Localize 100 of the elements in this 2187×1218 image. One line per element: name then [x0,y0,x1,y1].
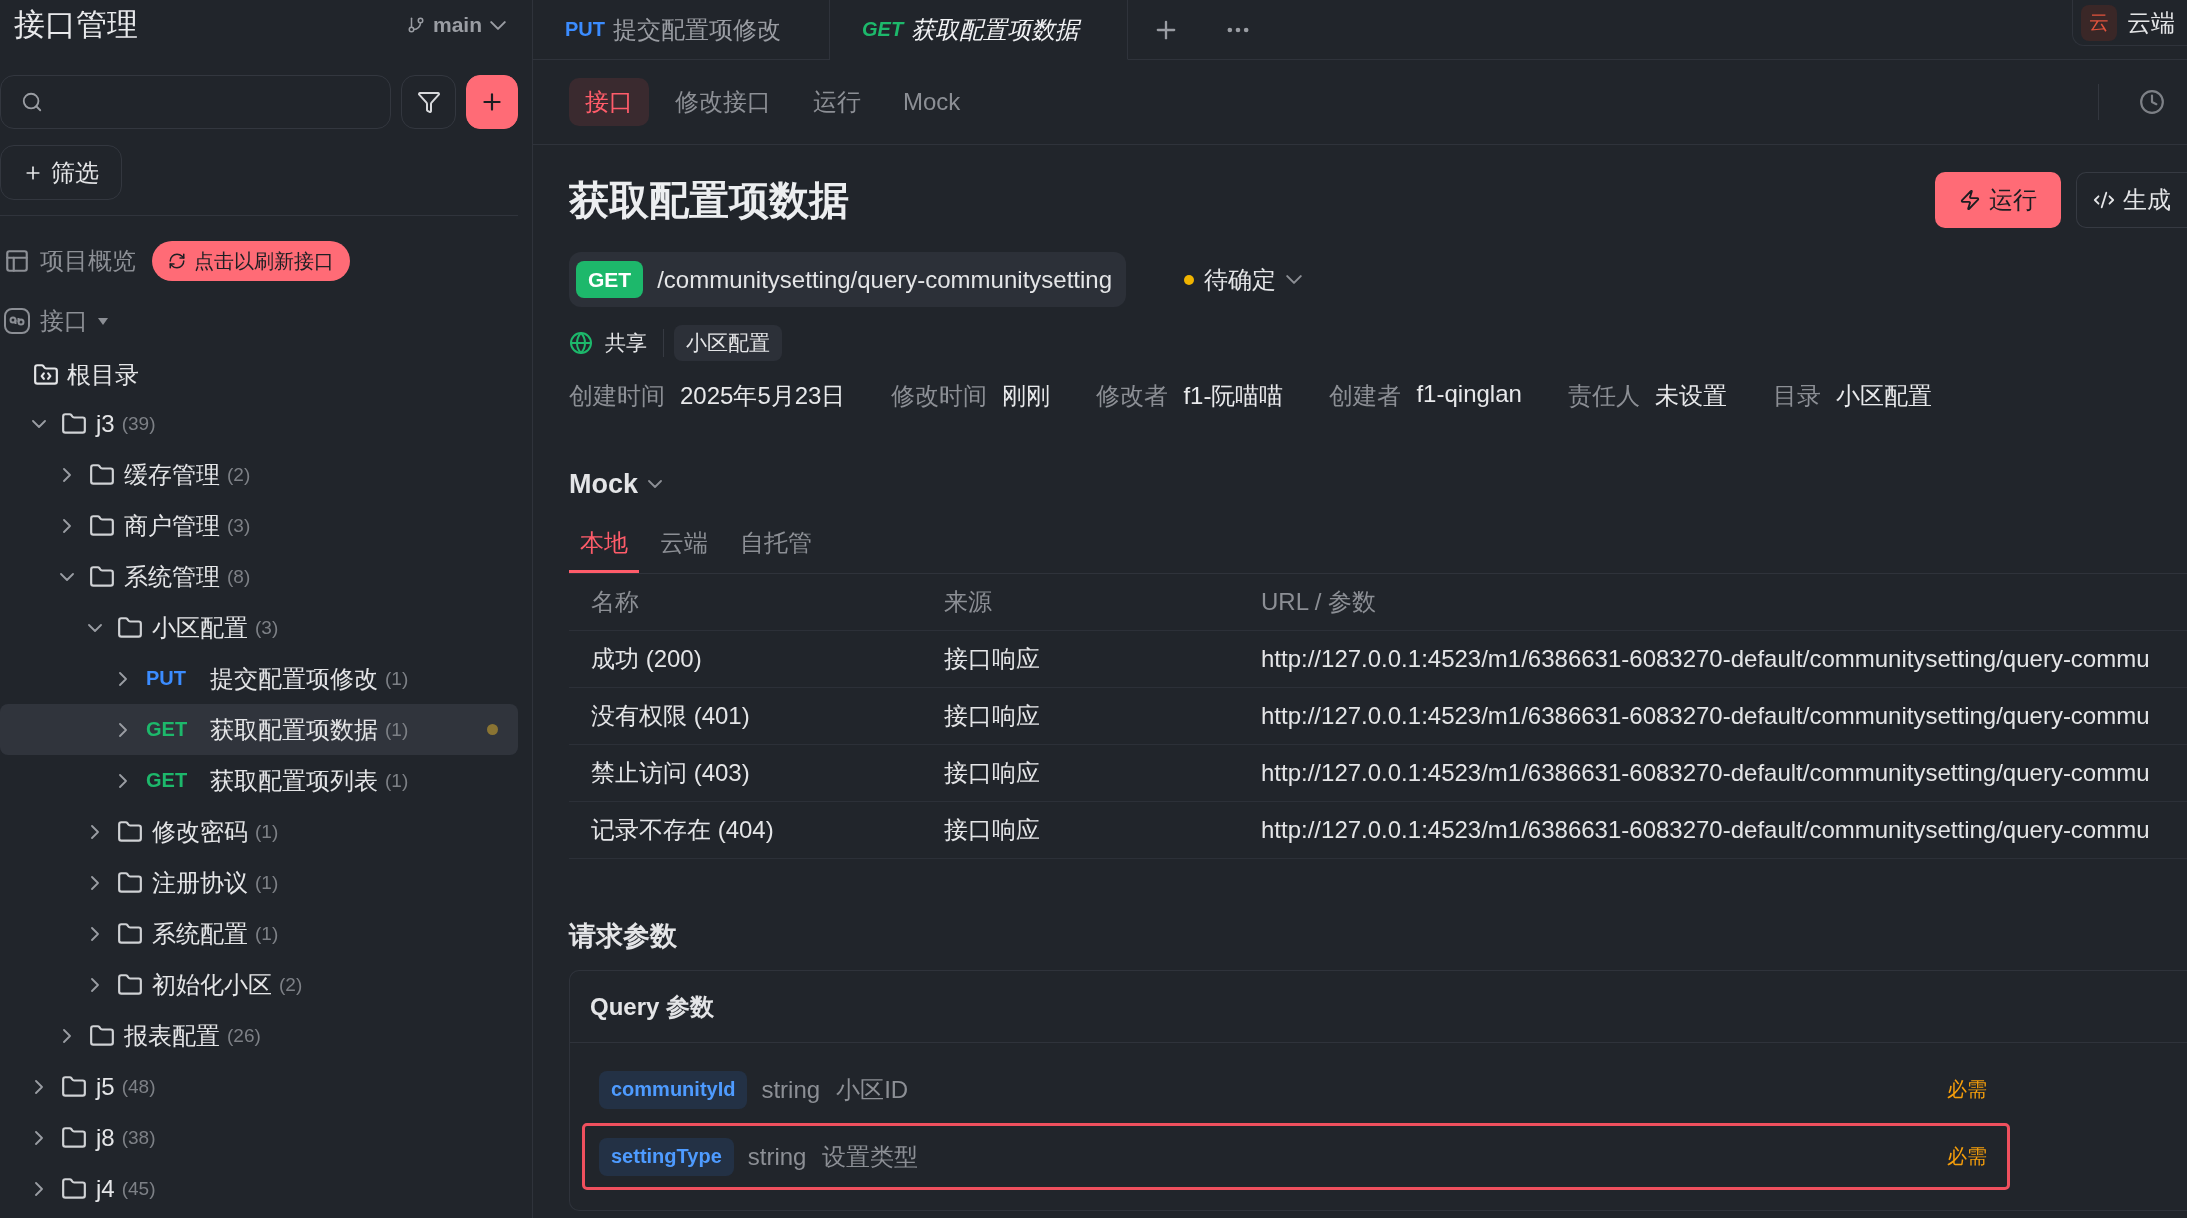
folder-icon [61,1175,87,1202]
filter-button[interactable] [401,75,456,129]
tree-item[interactable]: 初始化小区 (2) [0,959,518,1010]
tree-item[interactable]: 修改密码 (1) [0,806,518,857]
search-field[interactable] [0,75,391,129]
cloud-badge: 云 [2081,4,2117,41]
cloud-button[interactable]: 云 云端 [2072,0,2187,46]
table-cell: 接口响应 [922,745,1239,802]
generate-code-button[interactable]: 生成 [2076,172,2187,228]
item-count: (38) [121,1126,156,1149]
branch-icon [407,16,425,34]
layout-icon [4,248,30,274]
table-cell: 禁止访问 (403) [569,745,922,802]
tree-item[interactable]: j5 (48) [0,1061,518,1112]
tree-item[interactable]: j3 (39) [0,398,518,449]
param-name: communityId [599,1070,748,1109]
table-cell: http://127.0.0.1:4523/m1/6386631-6083270-default/communitysetting/query-commu [1239,688,2187,745]
item-count: (45) [121,1177,156,1200]
tree-item[interactable]: 注册协议 (1) [0,857,518,908]
table-cell: http://127.0.0.1:4523/m1/6386631-6083270-default/communitysetting/query-commu [1239,802,2187,859]
run-button[interactable]: 运行 [1935,172,2061,228]
meta-label: 修改时间 [891,381,988,411]
method-label: GET [146,718,189,741]
item-count: (2) [279,973,303,996]
meta-label: 修改者 [1096,381,1169,411]
param-description: 小区ID [836,1074,909,1105]
folder-icon [89,1022,115,1049]
param-type: string [761,1075,821,1104]
meta-label: 目录 [1772,381,1821,411]
mock-tab[interactable]: 云端 [649,515,719,573]
view-tab[interactable]: Mock [887,78,977,126]
item-count: (26) [227,1024,261,1047]
table-cell: 成功 (200) [569,631,922,688]
method-label: PUT [565,18,605,41]
tree-item[interactable]: 系统配置 (1) [0,908,518,959]
mock-tab[interactable]: 自托管 [729,515,823,573]
tree-item[interactable]: 报表配置 (26) [0,1010,518,1061]
tree-item[interactable]: PUT 提交配置项修改 (1) [0,653,518,704]
lightning-icon [1959,189,1981,211]
column-header: URL / 参数 [1239,574,2187,631]
view-tab[interactable]: 接口 [569,78,649,126]
meta-value: f1-qinglan [1416,380,1522,409]
mock-section-toggle[interactable]: Mock [569,466,663,502]
item-count: (1) [255,871,279,894]
card-title: Query 参数 [590,991,715,1022]
view-tab[interactable]: 修改接口 [659,78,787,126]
refresh-button[interactable]: 点击以刷新接口 [152,241,350,281]
meta-value: f1-阮喵喵 [1183,381,1284,411]
meta-value: 2025年5月23日 [680,381,846,411]
status-dropdown[interactable]: 待确定 [1178,262,1308,297]
param-description: 设置类型 [822,1141,919,1172]
tree-item[interactable]: 根目录 [0,351,518,398]
item-count: (1) [385,718,409,741]
method-label: PUT [146,667,187,690]
nav-label[interactable]: 接口 [40,305,88,337]
chevron-icon [490,20,506,30]
branch-selector[interactable]: main [407,13,506,37]
code-icon [2093,189,2115,211]
item-count: (3) [227,514,251,537]
column-header: 名称 [569,574,922,631]
add-button[interactable] [466,75,518,129]
meta-value: 未设置 [1654,381,1727,411]
tree-item[interactable]: 缓存管理 (2) [0,449,518,500]
editor-tab[interactable]: GET 获取配置项数据 [830,0,1129,60]
filter-chip[interactable]: 筛选 [0,145,122,200]
clock-icon[interactable] [2139,89,2165,115]
code-folder-icon [33,361,59,388]
folder-icon [61,410,87,437]
folder-icon [89,563,115,590]
tree-item[interactable]: 商户管理 (3) [0,500,518,551]
folder-icon [117,614,143,641]
column-header: 来源 [922,574,1239,631]
chevron-icon [1286,275,1302,284]
folder-icon [61,1124,87,1151]
caret-icon [98,317,108,325]
folder-icon [117,869,143,896]
required-label: 必需 [1947,1077,1987,1102]
nav-label[interactable]: 项目概览 [40,245,136,277]
mock-tab[interactable]: 本地 [569,515,639,573]
search-icon [21,91,43,113]
tree-item[interactable]: 小区配置 (3) [0,602,518,653]
item-count: (3) [255,616,279,639]
tree-item[interactable]: 系统管理 (8) [0,551,518,602]
tree-item[interactable]: j8 (38) [0,1112,518,1163]
item-count: (1) [385,769,409,792]
table-cell: 接口响应 [922,688,1239,745]
funnel-icon [416,90,441,114]
required-label: 必需 [1947,1144,1987,1169]
dots-square-icon [4,308,30,334]
tree-item[interactable]: GET 获取配置项列表 (1) [0,755,518,806]
table-cell: http://127.0.0.1:4523/m1/6386631-6083270-default/communitysetting/query-commu [1239,745,2187,802]
folder-icon [117,971,143,998]
param-type: string [747,1142,807,1171]
folder-icon [61,1073,87,1100]
item-count: (1) [255,820,279,843]
tree-item[interactable]: j4 (45) [0,1163,518,1214]
editor-tab[interactable]: PUT 提交配置项修改 [533,0,830,60]
tree-item[interactable]: GET 获取配置项数据 (1) [0,704,518,755]
folder-tag: 小区配置 [674,325,782,361]
view-tab[interactable]: 运行 [797,78,877,126]
